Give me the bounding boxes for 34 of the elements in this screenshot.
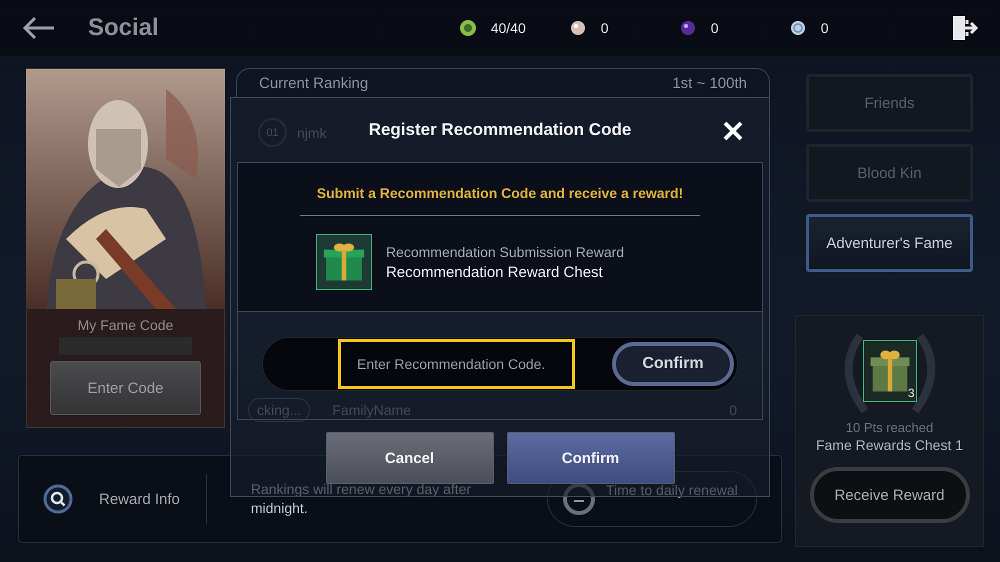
confirm-button[interactable]: Confirm: [506, 432, 674, 484]
cancel-button[interactable]: Cancel: [326, 432, 494, 484]
search-icon: [43, 484, 73, 514]
code-input-field[interactable]: Enter Recommendation Code.: [338, 339, 575, 389]
ranking-title: Current Ranking: [259, 74, 368, 92]
enter-code-button[interactable]: Enter Code: [50, 361, 201, 415]
currency-amount: 0: [820, 20, 828, 36]
page-title: Social: [88, 14, 159, 42]
back-arrow-icon[interactable]: [22, 16, 56, 40]
dialog-title: Register Recommendation Code: [368, 120, 632, 140]
currency-amount: 0: [600, 20, 608, 36]
confirm-button[interactable]: Confirm: [612, 342, 734, 386]
exit-icon[interactable]: [950, 14, 978, 42]
gift-icon: [862, 340, 916, 402]
timer-label: Time to daily renewal: [606, 482, 738, 498]
reward-name: Recommendation Reward Chest: [386, 264, 604, 280]
ranking-range: 1st ~ 100th: [672, 74, 747, 92]
item-count: 3: [908, 386, 914, 400]
reward-name: Fame Rewards Chest 1: [816, 437, 964, 453]
receive-reward-button[interactable]: Receive Reward: [810, 467, 970, 523]
gift-icon: [316, 234, 372, 290]
reward-caption: 10 Pts reached: [846, 420, 934, 435]
stamina-icon: [458, 19, 477, 37]
orb-icon: [678, 19, 697, 37]
reward-info-button[interactable]: Reward Info: [43, 484, 180, 514]
currency-amount: 0: [710, 20, 718, 36]
pearl-icon: [568, 19, 587, 37]
reward-caption: Recommendation Submission Reward: [386, 244, 624, 260]
close-icon[interactable]: [722, 120, 744, 142]
reward-prompt: Submit a Recommendation Code and receive a reward!: [316, 185, 684, 201]
fame-code-label: My Fame Code: [78, 317, 174, 333]
currency-amount: 40/40: [490, 20, 526, 36]
coin-icon: [788, 19, 807, 37]
tab[interactable]: Adventurer's Fame: [806, 214, 973, 272]
